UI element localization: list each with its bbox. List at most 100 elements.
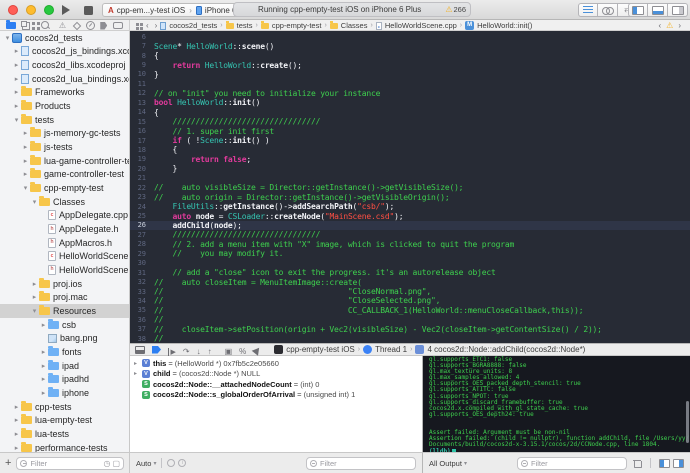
sidebar-item-ipad[interactable]: ▸ ipad xyxy=(0,359,129,373)
line-number[interactable]: 28 xyxy=(130,240,154,248)
disclosure-closed-icon[interactable]: ▸ xyxy=(12,61,21,69)
sidebar-item-cpp-tests[interactable]: ▸ cpp-tests xyxy=(0,400,129,414)
sidebar-item-cpp-empty-test[interactable]: ▾ cpp-empty-test xyxy=(0,181,129,195)
line-number[interactable]: 11 xyxy=(130,80,154,88)
disclosure-closed-icon[interactable]: ▸ xyxy=(39,389,48,397)
breadcrumb-item[interactable]: cpp-empty-test iOS xyxy=(274,345,355,354)
source-control-navigator-icon[interactable] xyxy=(20,20,30,30)
sidebar-item-proj-mac[interactable]: ▸ proj.mac xyxy=(0,290,129,304)
sidebar-item-game-controller-test[interactable]: ▸ game-controller-test xyxy=(0,168,129,182)
window-close-button[interactable] xyxy=(8,5,18,15)
hide-debug-area-icon[interactable] xyxy=(135,345,145,354)
line-number[interactable]: 31 xyxy=(130,269,154,277)
sidebar-filter-field[interactable]: Filter ◷ ▢ xyxy=(16,456,124,470)
line-number[interactable]: 8 xyxy=(130,52,154,60)
breadcrumb-item[interactable]: tests xyxy=(225,21,252,30)
disclosure-closed-icon[interactable]: ▸ xyxy=(12,416,21,424)
sidebar-item-js-memory-gc-tests[interactable]: ▸ js-memory-gc-tests xyxy=(0,127,129,141)
console-scope-select[interactable]: All Output xyxy=(429,459,462,468)
line-number[interactable]: 18 xyxy=(130,146,154,154)
line-number[interactable]: 25 xyxy=(130,212,154,220)
line-number[interactable]: 20 xyxy=(130,165,154,173)
variable-row-child[interactable]: ▸ Vchild = (cocos2d::Node *) NULL xyxy=(130,369,422,380)
sidebar-item-frameworks[interactable]: ▸ Frameworks xyxy=(0,86,129,100)
disclosure-closed-icon[interactable]: ▸ xyxy=(39,375,48,383)
line-number[interactable]: 29 xyxy=(130,250,154,258)
breadcrumb-item[interactable]: cocos2d_tests xyxy=(160,21,217,30)
toggle-inspector-button[interactable] xyxy=(668,3,688,17)
disclosure-closed-icon[interactable]: ▸ xyxy=(12,102,21,110)
sidebar-item-lua-tests[interactable]: ▸ lua-tests xyxy=(0,427,129,441)
source-control-status-icon[interactable]: ▢ xyxy=(112,459,120,468)
line-number[interactable]: 37 xyxy=(130,325,154,333)
disclosure-closed-icon[interactable]: ▸ xyxy=(30,293,39,301)
warning-count-badge[interactable]: ⚠ 266 xyxy=(445,5,466,14)
sidebar-item-performance-tests[interactable]: ▸ performance-tests xyxy=(0,441,129,452)
debug-console[interactable]: gl.supports_ETC1: false gl.supports_BGRA8… xyxy=(423,356,690,452)
sidebar-item-fonts[interactable]: ▸ fonts xyxy=(0,345,129,359)
variable-row-cocos2d-node-s-globalorderofarrival[interactable]: Scocos2d::Node::s_globalOrderOfArrival = … xyxy=(130,390,422,401)
disclosure-open-icon[interactable]: ▾ xyxy=(30,307,39,315)
line-number[interactable]: 19 xyxy=(130,155,154,163)
line-number[interactable]: 14 xyxy=(130,108,154,116)
line-number[interactable]: 32 xyxy=(130,278,154,286)
sidebar-item-cocos2d-js-bindings-xcodeproj[interactable]: ▸ cocos2d_js_bindings.xcodeproj xyxy=(0,45,129,59)
step-into-icon[interactable]: ↓ xyxy=(197,347,201,356)
line-number[interactable]: 10 xyxy=(130,70,154,78)
disclosure-open-icon[interactable]: ▾ xyxy=(30,198,39,206)
code-editor[interactable]: 6 7 Scene* HelloWorld::scene() 8{9 return H… xyxy=(130,31,690,343)
find-navigator-icon[interactable] xyxy=(40,20,51,31)
sidebar-item-bang-png[interactable]: bang.png xyxy=(0,331,129,345)
breadcrumb-item[interactable]: 4 cocos2d::Node::addChild(cocos2d::Node*… xyxy=(415,345,585,354)
sidebar-item-appdelegate-h[interactable]: h AppDelegate.h xyxy=(0,222,129,236)
sidebar-item-ipadhd[interactable]: ▸ ipadhd xyxy=(0,372,129,386)
line-number[interactable]: 26 xyxy=(130,221,154,229)
sidebar-item-cocos2d-tests[interactable]: ▾ cocos2d_tests xyxy=(0,31,129,45)
issue-warning-icon[interactable]: ⚠ xyxy=(666,21,673,30)
disclosure-closed-icon[interactable]: ▸ xyxy=(39,348,48,356)
sidebar-item-lua-empty-test[interactable]: ▸ lua-empty-test xyxy=(0,413,129,427)
line-number[interactable]: 22 xyxy=(130,184,154,192)
line-number[interactable]: 13 xyxy=(130,99,154,107)
disclosure-closed-icon[interactable]: ▸ xyxy=(21,157,30,165)
sidebar-item-proj-ios[interactable]: ▸ proj.ios xyxy=(0,277,129,291)
line-number[interactable]: 24 xyxy=(130,203,154,211)
step-over-icon[interactable]: ↷ xyxy=(183,347,190,356)
line-number[interactable]: 9 xyxy=(130,61,154,69)
window-zoom-button[interactable] xyxy=(44,5,54,15)
line-number[interactable]: 15 xyxy=(130,118,154,126)
line-number[interactable]: 6 xyxy=(130,33,154,41)
issue-navigator-icon[interactable]: ⚠ xyxy=(57,20,68,31)
disclosure-open-icon[interactable]: ▾ xyxy=(12,116,21,124)
assistant-editor-button[interactable] xyxy=(598,3,618,17)
sidebar-item-resources[interactable]: ▾ Resources xyxy=(0,304,129,318)
project-navigator-icon[interactable] xyxy=(6,20,16,29)
forward-button[interactable]: › xyxy=(155,21,158,30)
breadcrumb-item[interactable]: cpp-empty-test xyxy=(260,21,321,30)
step-out-icon[interactable]: ↑ xyxy=(208,347,212,356)
line-number[interactable]: 17 xyxy=(130,137,154,145)
sidebar-item-csb[interactable]: ▸ csb xyxy=(0,318,129,332)
line-number[interactable]: 16 xyxy=(130,127,154,135)
sidebar-item-js-tests[interactable]: ▸ js-tests xyxy=(0,140,129,154)
breadcrumb-item[interactable]: c HelloWorldScene.cpp xyxy=(375,21,457,30)
clear-console-icon[interactable] xyxy=(633,459,642,468)
scheme-name[interactable]: cpp-em...y-test iOS xyxy=(117,6,185,15)
next-issue-button[interactable]: › xyxy=(678,21,681,30)
console-scrollbar[interactable] xyxy=(686,401,689,443)
sidebar-item-helloworldscene-cpp[interactable]: cHelloWorldScene.cpp xyxy=(0,250,129,264)
sidebar-item-appdelegate-cpp[interactable]: c AppDelegate.cpp xyxy=(0,209,129,223)
variables-filter-field[interactable]: Filter xyxy=(306,456,416,470)
line-number[interactable]: 12 xyxy=(130,89,154,97)
variables-view[interactable]: ▸ Vthis = (HelloWorld *) 0x7fb5c2e05660 ▸ Vc… xyxy=(130,356,423,452)
test-navigator-icon[interactable] xyxy=(72,21,81,30)
toggle-variables-pane-icon[interactable] xyxy=(659,458,670,468)
disclosure-closed-icon[interactable]: ▸ xyxy=(39,362,48,370)
line-number[interactable]: 23 xyxy=(130,193,154,201)
sidebar-item-cocos2d-libs-xcodeproj[interactable]: ▸ cocos2d_libs.xcodeproj xyxy=(0,58,129,72)
line-number[interactable]: 7 xyxy=(130,42,154,50)
back-button[interactable]: ‹ xyxy=(146,21,149,30)
window-minimize-button[interactable] xyxy=(26,5,36,15)
disclosure-open-icon[interactable]: ▾ xyxy=(21,184,30,192)
disclosure-closed-icon[interactable]: ▸ xyxy=(134,370,142,377)
